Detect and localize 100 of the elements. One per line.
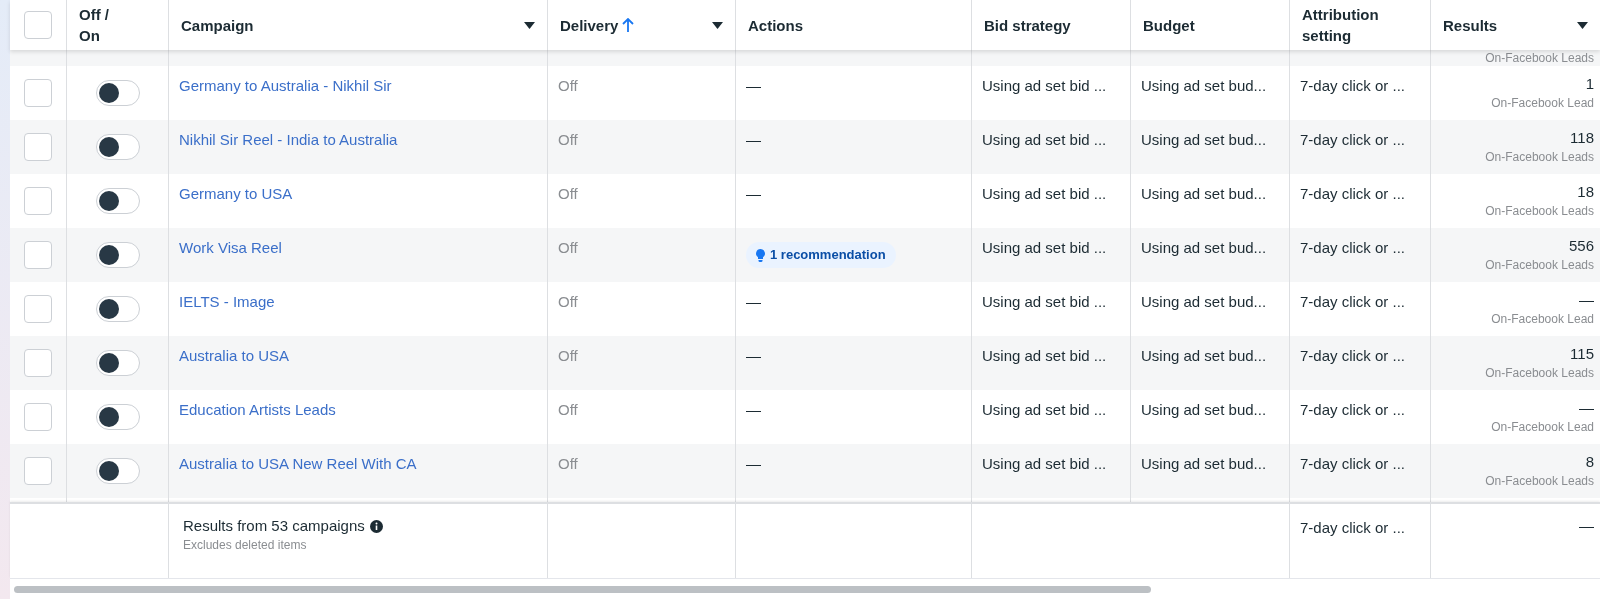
info-icon[interactable] (369, 519, 383, 533)
budget-cell: Using ad set bud... (1141, 77, 1267, 94)
recommendation-button[interactable]: 1 recommendation (746, 242, 896, 268)
budget-cell: Using ad set bud... (1141, 401, 1267, 418)
campaign-link[interactable]: Work Visa Reel (179, 239, 282, 256)
checkbox[interactable] (24, 349, 52, 377)
attribution-cell: 7-day click or ... (1300, 401, 1406, 418)
attribution-cell: 7-day click or ... (1300, 77, 1406, 94)
toggle-switch[interactable] (95, 296, 140, 322)
empty-dash: — (746, 401, 761, 418)
checkbox[interactable] (24, 79, 52, 107)
summary-note: Excludes deleted items (183, 537, 308, 554)
bid-strategy-cell: Using ad set bid ... (982, 239, 1107, 256)
checkbox[interactable] (24, 187, 52, 215)
toggle-switch[interactable] (95, 134, 140, 160)
empty-dash: — (746, 131, 761, 148)
results-label: On-Facebook Lead (1491, 95, 1594, 112)
checkbox[interactable] (24, 11, 52, 39)
campaign-link[interactable]: Australia to USA New Reel With CA (179, 455, 417, 472)
checkbox[interactable] (24, 295, 52, 323)
results-label: On-Facebook Leads (1485, 51, 1594, 65)
table-row[interactable]: Australia to USA Off — Using ad set bid ... Using ad set bud... 7-day click or ... 115 On-Facebook Leads (10, 336, 1600, 390)
results-value: 556 (1568, 236, 1594, 256)
table-row[interactable]: Australia to USA New Reel With CA Off — Using ad set bid ... Using ad set bud... 7-day click or ... 8 On-Facebook Leads (10, 444, 1600, 498)
column-header[interactable]: Attribution setting (1302, 4, 1397, 46)
column-header[interactable]: Off / On (79, 4, 124, 46)
results-label: On-Facebook Leads (1485, 365, 1594, 382)
results-summary: Results from 53 campaigns (183, 516, 365, 536)
empty-dash: — (746, 293, 761, 310)
delivery-status: Off (558, 455, 578, 472)
results-label: On-Facebook Leads (1485, 257, 1594, 274)
delivery-status: Off (558, 293, 578, 310)
campaign-link[interactable]: Australia to USA (179, 347, 290, 364)
budget-cell: Using ad set bud... (1141, 347, 1267, 364)
table-row[interactable]: Work Visa Reel Off 1 recommendation Using ad set bid ... Using ad set bud... 7-day click or ... 556 On-Facebook Leads (10, 228, 1600, 282)
caret-icon (712, 21, 723, 29)
checkbox[interactable] (24, 403, 52, 431)
results-value: — (1579, 398, 1594, 418)
budget-cell: Using ad set bud... (1141, 131, 1267, 148)
bid-strategy-cell: Using ad set bid ... (982, 293, 1107, 310)
attribution-cell: 7-day click or ... (1300, 455, 1406, 472)
campaign-link[interactable]: IELTS - Image (179, 293, 275, 310)
bid-strategy-cell: Using ad set bid ... (982, 455, 1107, 472)
results-value: 8 (1585, 452, 1594, 472)
column-header[interactable]: Delivery (560, 14, 619, 36)
checkbox[interactable] (24, 457, 52, 485)
results-label: On-Facebook Leads (1485, 203, 1594, 220)
delivery-status: Off (558, 239, 578, 256)
toggle-switch[interactable] (95, 404, 140, 430)
results-value: 18 (1577, 182, 1594, 202)
toggle-switch[interactable] (95, 242, 140, 268)
bid-strategy-cell: Using ad set bid ... (982, 401, 1107, 418)
bid-strategy-cell: Using ad set bid ... (982, 131, 1107, 148)
results-label: On-Facebook Lead (1491, 311, 1594, 328)
delivery-status: Off (558, 131, 578, 148)
empty-dash: — (746, 455, 761, 472)
bid-strategy-cell: Using ad set bid ... (982, 347, 1107, 364)
bid-strategy-cell: Using ad set bid ... (982, 77, 1107, 94)
toggle-switch[interactable] (95, 350, 140, 376)
column-header[interactable]: Bid strategy (984, 14, 1071, 36)
attribution-cell: 7-day click or ... (1300, 239, 1406, 256)
caret-icon (1577, 21, 1588, 29)
results-value: 115 (1570, 344, 1594, 364)
results-value: — (1579, 290, 1594, 310)
results-value: — (1579, 516, 1594, 536)
empty-dash: — (746, 347, 761, 364)
budget-cell: Using ad set bud... (1141, 185, 1267, 202)
campaign-link[interactable]: Nikhil Sir Reel - India to Australia (179, 131, 398, 148)
column-header[interactable]: Results (1443, 14, 1498, 36)
lightbulb-icon (756, 248, 765, 262)
column-header[interactable]: Budget (1143, 14, 1195, 36)
results-value: 118 (1570, 128, 1594, 148)
checkbox[interactable] (24, 133, 52, 161)
delivery-status: Off (558, 401, 578, 418)
caret-icon (524, 21, 535, 29)
toggle-switch[interactable] (95, 188, 140, 214)
delivery-status: Off (558, 185, 578, 202)
scrollbar-thumb[interactable] (14, 585, 1151, 593)
bid-strategy-cell: Using ad set bid ... (982, 185, 1107, 202)
column-header[interactable]: Campaign (181, 14, 254, 36)
attribution-cell: 7-day click or ... (1300, 293, 1406, 310)
attribution-cell: 7-day click or ... (1300, 519, 1406, 536)
column-header[interactable]: Actions (748, 14, 803, 36)
results-label: On-Facebook Lead (1491, 419, 1594, 436)
checkbox[interactable] (24, 241, 52, 269)
attribution-cell: 7-day click or ... (1300, 347, 1406, 364)
toggle-switch[interactable] (95, 458, 140, 484)
delivery-status: Off (558, 77, 578, 94)
results-label: On-Facebook Leads (1485, 149, 1594, 166)
campaign-link[interactable]: Germany to USA (179, 185, 293, 202)
table-row[interactable]: Nikhil Sir Reel - India to Australia Off — Using ad set bid ... Using ad set bud... 7-day click or ... 118 On-Facebook Leads (10, 120, 1600, 174)
campaign-link[interactable]: Education Artists Leads (179, 401, 336, 418)
campaign-link[interactable]: Germany to Australia - Nikhil Sir (179, 77, 392, 94)
delivery-status: Off (558, 347, 578, 364)
attribution-cell: 7-day click or ... (1300, 185, 1406, 202)
attribution-cell: 7-day click or ... (1300, 131, 1406, 148)
budget-cell: Using ad set bud... (1141, 455, 1267, 472)
results-label: On-Facebook Leads (1485, 473, 1594, 490)
budget-cell: Using ad set bud... (1141, 239, 1267, 256)
toggle-switch[interactable] (95, 80, 140, 106)
